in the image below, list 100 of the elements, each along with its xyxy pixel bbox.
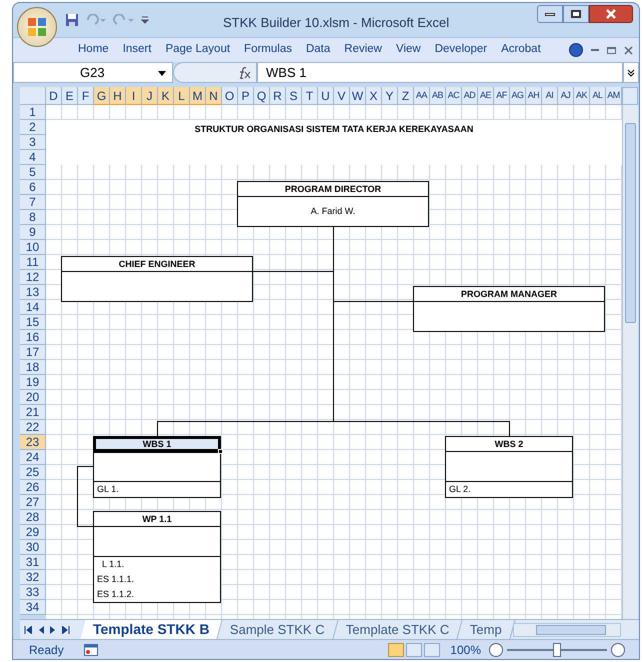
column-header[interactable]: AI xyxy=(542,87,558,106)
column-header[interactable]: N xyxy=(206,87,222,106)
column-header[interactable]: AJ xyxy=(558,87,574,106)
row-header[interactable]: 25 xyxy=(20,465,46,480)
box-title[interactable]: WBS 1 xyxy=(94,437,220,452)
ribbon-tab[interactable]: Data xyxy=(298,41,338,59)
column-header[interactable]: R xyxy=(270,87,286,106)
next-sheet-icon[interactable] xyxy=(50,626,56,634)
column-header[interactable]: AD xyxy=(462,87,478,106)
column-header[interactable]: J xyxy=(142,87,158,106)
name-box[interactable]: G23 xyxy=(13,62,173,84)
column-header[interactable]: S xyxy=(286,87,302,106)
column-header[interactable]: K xyxy=(158,87,174,106)
close-button[interactable] xyxy=(589,5,633,23)
customize-toolbar-icon[interactable] xyxy=(141,16,149,24)
column-header[interactable]: O xyxy=(222,87,238,106)
row-header[interactable]: 29 xyxy=(20,525,46,540)
ribbon-tab[interactable]: Home xyxy=(71,41,116,59)
column-header[interactable]: W xyxy=(350,87,366,106)
column-header[interactable]: AK xyxy=(574,87,590,106)
last-sheet-icon[interactable] xyxy=(62,626,70,634)
maximize-button[interactable] xyxy=(563,5,589,23)
row-header[interactable]: 23 xyxy=(20,435,46,450)
column-header[interactable]: Z xyxy=(398,87,414,106)
row-header[interactable]: 28 xyxy=(20,510,46,526)
row-header[interactable]: 1 xyxy=(20,105,46,120)
column-header[interactable]: T xyxy=(302,87,318,106)
column-header[interactable]: AE xyxy=(478,87,494,106)
scrollbar-split-box[interactable] xyxy=(622,87,638,106)
column-header[interactable]: AH xyxy=(526,87,542,106)
fill-handle[interactable] xyxy=(218,449,223,454)
sheet-tab[interactable]: Sample STKK C xyxy=(218,620,338,640)
row-header[interactable]: 3 xyxy=(20,135,46,150)
row-header[interactable]: 7 xyxy=(20,195,46,210)
sheet-tab[interactable]: Template STKK B xyxy=(80,620,223,640)
zoom-slider-track[interactable] xyxy=(507,642,607,657)
row-header[interactable]: 13 xyxy=(20,285,46,300)
help-icon[interactable] xyxy=(569,43,583,58)
row-header[interactable]: 34 xyxy=(20,600,46,616)
row-header[interactable]: 10 xyxy=(20,240,46,256)
zoom-out-button[interactable] xyxy=(489,642,503,657)
office-button[interactable] xyxy=(17,7,57,47)
column-header[interactable]: AA xyxy=(414,87,430,106)
vertical-scrollbar[interactable] xyxy=(622,105,638,620)
sheet-tab[interactable]: Template STKK C xyxy=(333,620,463,640)
column-header[interactable]: G xyxy=(94,87,110,106)
sheet-tab[interactable]: Temp xyxy=(458,620,516,640)
formula-input[interactable]: WBS 1 xyxy=(257,62,623,84)
column-header[interactable]: AB xyxy=(430,87,446,106)
column-header[interactable]: L xyxy=(174,87,190,106)
minimize-button[interactable] xyxy=(537,5,563,23)
column-header[interactable]: F xyxy=(78,87,94,106)
row-header[interactable]: 6 xyxy=(20,180,46,196)
column-header[interactable]: D xyxy=(46,87,62,106)
function-icon[interactable] xyxy=(238,66,252,79)
row-header[interactable]: 14 xyxy=(20,300,46,316)
row-header[interactable]: 11 xyxy=(20,255,46,270)
horizontal-scrollbar[interactable] xyxy=(512,622,621,637)
row-header[interactable]: 16 xyxy=(20,330,46,346)
row-header[interactable]: 9 xyxy=(20,225,46,240)
row-header[interactable]: 8 xyxy=(20,210,46,226)
column-header[interactable]: M xyxy=(190,87,206,106)
zoom-in-button[interactable] xyxy=(611,642,625,657)
macro-record-icon[interactable] xyxy=(84,644,98,656)
column-header[interactable]: AL xyxy=(590,87,606,106)
row-header[interactable]: 31 xyxy=(20,555,46,570)
save-icon[interactable] xyxy=(65,13,79,28)
column-header[interactable]: P xyxy=(238,87,254,106)
row-header[interactable]: 21 xyxy=(20,405,46,420)
row-header[interactable]: 18 xyxy=(20,360,46,376)
row-header[interactable]: 12 xyxy=(20,270,46,286)
first-sheet-icon[interactable] xyxy=(24,626,32,634)
previous-sheet-icon[interactable] xyxy=(38,626,44,634)
column-header[interactable]: AG xyxy=(510,87,526,106)
row-header[interactable]: 26 xyxy=(20,480,46,496)
column-header[interactable]: H xyxy=(110,87,126,106)
close-icon[interactable] xyxy=(624,46,633,55)
column-header[interactable]: AF xyxy=(494,87,510,106)
column-header[interactable]: U xyxy=(318,87,334,106)
ribbon-tab[interactable]: Review xyxy=(337,41,389,59)
row-header[interactable]: 22 xyxy=(20,420,46,436)
expand-formula-button[interactable] xyxy=(623,62,639,84)
row-header[interactable]: 4 xyxy=(20,150,46,166)
column-header[interactable]: AC xyxy=(446,87,462,106)
row-header[interactable]: 15 xyxy=(20,315,46,330)
restore-icon[interactable] xyxy=(607,46,616,54)
column-header[interactable]: V xyxy=(334,87,350,106)
row-header[interactable]: 2 xyxy=(20,120,46,136)
row-header[interactable]: 33 xyxy=(20,585,46,600)
row-header[interactable]: 17 xyxy=(20,345,46,360)
column-header[interactable]: Q xyxy=(254,87,270,106)
row-header[interactable]: 19 xyxy=(20,375,46,390)
column-header[interactable]: I xyxy=(126,87,142,106)
ribbon-tab[interactable]: Formulas xyxy=(237,41,299,59)
column-header[interactable]: X xyxy=(366,87,382,106)
ribbon-tab[interactable]: Acrobat xyxy=(494,41,548,59)
ribbon-tab[interactable]: Insert xyxy=(116,41,158,59)
column-header[interactable]: Y xyxy=(382,87,398,106)
ribbon-tab[interactable]: Page Layout xyxy=(158,41,238,59)
minimize-icon[interactable] xyxy=(591,49,599,52)
